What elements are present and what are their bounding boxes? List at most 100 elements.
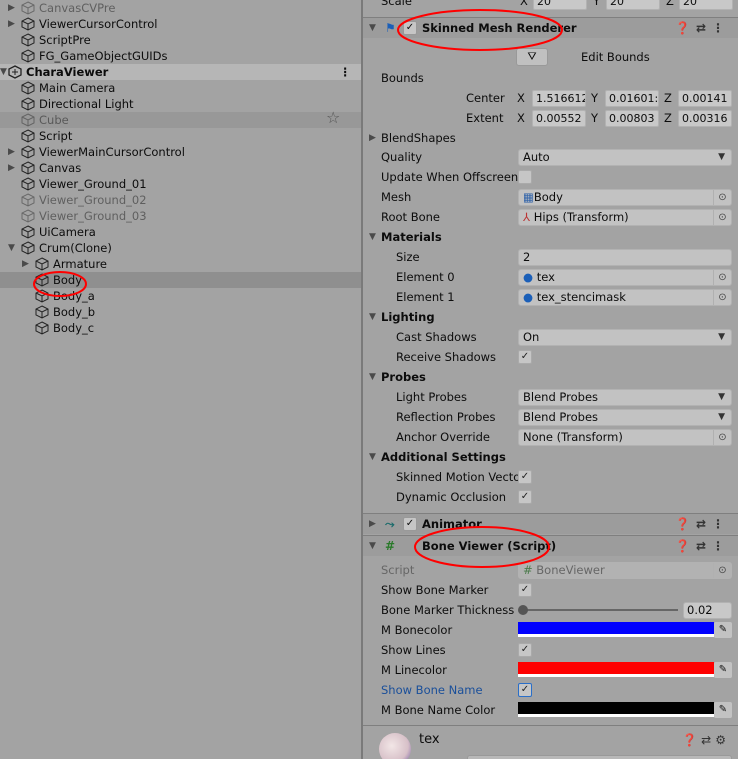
hierarchy-item[interactable]: ▼ Crum(Clone) — [0, 240, 361, 256]
scale-x-field[interactable]: 20 — [533, 0, 587, 10]
center-y-field[interactable]: 0.01601: — [605, 90, 659, 107]
reflection-probes-dropdown[interactable]: Blend Probes ▼ — [518, 409, 732, 426]
materials-foldout[interactable]: ▼ Materials — [363, 227, 738, 247]
receive-shadows-checkbox[interactable]: ✓ — [518, 350, 532, 364]
element1-field[interactable]: ● tex_stencimask ⊙ — [518, 289, 732, 306]
presets-icon[interactable]: ⇄ — [696, 21, 712, 35]
scale-z-field[interactable]: 20 — [679, 0, 733, 10]
hierarchy-item[interactable]: ▶ Canvas — [0, 160, 361, 176]
show-lines-checkbox[interactable]: ✓ — [518, 643, 532, 657]
help-icon[interactable]: ❓ — [682, 733, 701, 747]
quality-dropdown[interactable]: Auto ▼ — [518, 149, 732, 166]
root-bone-field[interactable]: ⅄ Hips (Transform) ⊙ — [518, 209, 732, 226]
object-picker-icon[interactable]: ⊙ — [713, 210, 731, 225]
shader-dropdown[interactable] — [467, 755, 732, 759]
element0-field[interactable]: ● tex ⊙ — [518, 269, 732, 286]
help-icon[interactable]: ❓ — [675, 517, 696, 531]
blendshapes-foldout[interactable]: ▶ BlendShapes — [363, 128, 738, 148]
gameobject-cube-icon — [21, 113, 35, 127]
hierarchy-item[interactable]: Body — [0, 272, 361, 288]
probes-foldout[interactable]: ▼ Probes — [363, 367, 738, 387]
hierarchy-item[interactable]: Viewer_Ground_03 — [0, 208, 361, 224]
hierarchy-item[interactable]: ▶ Armature — [0, 256, 361, 272]
help-icon[interactable]: ❓ — [675, 21, 696, 35]
bone-name-color-swatch[interactable] — [518, 702, 714, 717]
component-title: Skinned Mesh Renderer — [422, 21, 577, 35]
menu-icon[interactable]: ⋮ — [712, 539, 730, 553]
presets-icon[interactable]: ⇄ — [701, 733, 715, 747]
hierarchy-item[interactable]: Body_b — [0, 304, 361, 320]
thickness-slider[interactable] — [523, 609, 678, 611]
update-offscreen-checkbox[interactable] — [518, 170, 532, 184]
hierarchy-item[interactable]: ▶ ViewerMainCursorControl — [0, 144, 361, 160]
collapse-triangle-icon[interactable]: ▶ — [8, 160, 15, 176]
hierarchy-item[interactable]: ▶ CanvasCVPre — [0, 0, 361, 16]
center-z-field[interactable]: 0.00141 — [678, 90, 732, 107]
additional-settings-foldout[interactable]: ▼ Additional Settings — [363, 447, 738, 467]
scene-header[interactable]: ▼ CharaViewer ⋮ — [0, 64, 361, 80]
size-label: Size — [396, 250, 420, 264]
animator-enabled-checkbox[interactable]: ✓ — [403, 517, 417, 531]
show-bone-marker-checkbox[interactable]: ✓ — [518, 583, 532, 597]
hierarchy-item[interactable]: Body_c — [0, 320, 361, 336]
scene-menu-icon[interactable]: ⋮ — [340, 64, 352, 80]
hierarchy-item-label: Crum(Clone) — [39, 241, 112, 255]
eyedropper-icon[interactable]: ✎ — [714, 662, 732, 678]
mesh-field[interactable]: ▦Body ⊙ — [518, 189, 732, 206]
menu-icon[interactable]: ⋮ — [712, 517, 730, 531]
size-field[interactable]: 2 — [518, 249, 732, 266]
bonecolor-swatch[interactable] — [518, 622, 714, 637]
presets-icon[interactable]: ⇄ — [696, 517, 712, 531]
hierarchy-item[interactable]: Directional Light — [0, 96, 361, 112]
show-bone-name-checkbox[interactable]: ✓ — [518, 683, 532, 697]
animator-header[interactable]: ▶ ⤳ ✓ Animator ❓⇄⋮ — [363, 513, 738, 534]
hierarchy-item[interactable]: Viewer_Ground_02 — [0, 192, 361, 208]
hierarchy-item[interactable]: ▶ ViewerCursorControl — [0, 16, 361, 32]
thickness-slider-handle[interactable] — [518, 605, 528, 615]
collapse-triangle-icon[interactable]: ▶ — [8, 16, 15, 32]
linecolor-swatch[interactable] — [518, 662, 714, 677]
collapse-triangle-icon[interactable]: ▶ — [22, 256, 29, 272]
expand-triangle-icon[interactable]: ▼ — [0, 64, 7, 80]
center-x-field[interactable]: 1.516612 — [532, 90, 586, 107]
element1-label: Element 1 — [396, 290, 455, 304]
extent-z-field[interactable]: 0.00316 — [678, 110, 732, 127]
eyedropper-icon[interactable]: ✎ — [714, 622, 732, 638]
hierarchy-item[interactable]: UiCamera — [0, 224, 361, 240]
favorite-star-icon[interactable]: ☆ — [326, 110, 340, 126]
object-picker-icon[interactable]: ⊙ — [713, 190, 731, 205]
collapse-triangle-icon[interactable]: ▼ — [369, 18, 376, 39]
collapse-triangle-icon[interactable]: ▶ — [8, 0, 15, 16]
scale-y-field[interactable]: 20 — [606, 0, 660, 10]
bone-viewer-header[interactable]: ▼ # Bone Viewer (Script) ❓⇄⋮ — [363, 535, 738, 556]
hierarchy-item[interactable]: ScriptPre — [0, 32, 361, 48]
thickness-field[interactable]: 0.02 — [683, 602, 732, 619]
skinned-mesh-renderer-header[interactable]: ▼ ⚑ ✓ Skinned Mesh Renderer ❓⇄⋮ — [363, 17, 738, 38]
menu-icon[interactable]: ⋮ — [712, 21, 730, 35]
script-field: # BoneViewer ⊙ — [518, 562, 732, 579]
hierarchy-item[interactable]: FG_GameObjectGUIDs — [0, 48, 361, 64]
dynamic-occlusion-checkbox[interactable]: ✓ — [518, 490, 532, 504]
extent-y-field[interactable]: 0.00803 — [605, 110, 659, 127]
gameobject-cube-icon — [35, 273, 49, 287]
light-probes-dropdown[interactable]: Blend Probes ▼ — [518, 389, 732, 406]
hierarchy-item[interactable]: Script — [0, 128, 361, 144]
settings-icon[interactable]: ⚙ — [715, 733, 730, 747]
hierarchy-item[interactable]: Body_a — [0, 288, 361, 304]
lighting-foldout[interactable]: ▼ Lighting — [363, 307, 738, 327]
hierarchy-item[interactable]: Viewer_Ground_01 — [0, 176, 361, 192]
cast-shadows-dropdown[interactable]: On ▼ — [518, 329, 732, 346]
extent-x-field[interactable]: 0.00552 — [532, 110, 586, 127]
presets-icon[interactable]: ⇄ — [696, 539, 712, 553]
skinned-motion-checkbox[interactable]: ✓ — [518, 470, 532, 484]
component-enabled-checkbox[interactable]: ✓ — [403, 21, 417, 35]
eyedropper-icon[interactable]: ✎ — [714, 702, 732, 718]
hierarchy-item[interactable]: Cube ☆ — [0, 110, 361, 128]
help-icon[interactable]: ❓ — [675, 539, 696, 553]
expand-triangle-icon[interactable]: ▼ — [8, 240, 15, 256]
collapse-triangle-icon[interactable]: ▶ — [8, 144, 15, 160]
anchor-override-field[interactable]: None (Transform) ⊙ — [518, 429, 732, 446]
hierarchy-item[interactable]: Main Camera — [0, 80, 361, 96]
gameobject-cube-icon — [21, 145, 35, 159]
hierarchy-item-label: Body_c — [53, 321, 95, 335]
